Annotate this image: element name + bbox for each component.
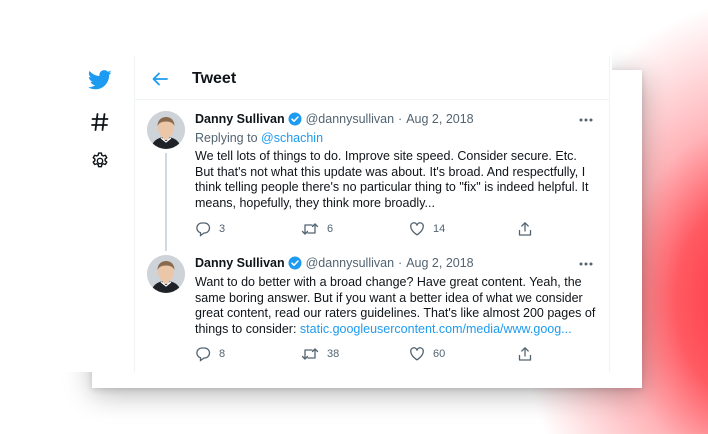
tweet-text: We tell lots of things to do. Improve si…	[195, 149, 589, 210]
reply-button[interactable]: 3	[195, 221, 225, 237]
author-handle[interactable]: @dannysullivan	[306, 112, 394, 126]
back-arrow-icon[interactable]	[149, 68, 171, 90]
like-count: 14	[433, 223, 446, 235]
tweet-meta: Danny Sullivan @dannysullivan · Aug 2, 2…	[195, 112, 474, 126]
retweet-button[interactable]: 38	[301, 346, 339, 362]
tweet-date[interactable]: Aug 2, 2018	[406, 256, 473, 270]
meta-separator: ·	[398, 112, 403, 126]
tweet-main[interactable]: Danny Sullivan @dannysullivan · Aug 2, 2…	[135, 244, 609, 372]
gear-icon[interactable]	[88, 149, 112, 173]
tweet-text: Want to do better with a broad change? H…	[195, 275, 599, 337]
like-button[interactable]: 14	[409, 221, 445, 237]
hashtag-icon[interactable]	[88, 110, 112, 134]
page-title: Tweet	[192, 70, 237, 87]
avatar[interactable]	[147, 255, 185, 293]
tweet-actions: 8 38 60	[195, 346, 535, 364]
reply-button[interactable]: 8	[195, 346, 225, 362]
like-count: 60	[433, 348, 446, 360]
tweet-link[interactable]: static.googleusercontent.com/media/www.g…	[300, 322, 572, 336]
more-options-icon[interactable]	[577, 257, 595, 271]
column-right-border	[609, 56, 610, 372]
retweet-count: 38	[327, 348, 340, 360]
author-name[interactable]: Danny Sullivan	[195, 256, 285, 270]
author-handle[interactable]: @dannysullivan	[306, 256, 394, 270]
tweet-actions: 3 6 14	[195, 221, 535, 239]
replying-to: Replying to @schachin	[195, 131, 323, 145]
reply-count: 8	[219, 348, 226, 360]
reply-count: 3	[219, 223, 226, 235]
verified-badge-icon	[288, 112, 302, 126]
retweet-count: 6	[327, 223, 334, 235]
tweet-header: Tweet	[135, 60, 609, 100]
twitter-logo-icon[interactable]	[88, 68, 112, 92]
avatar[interactable]	[147, 111, 185, 149]
verified-badge-icon	[288, 256, 302, 270]
retweet-button[interactable]: 6	[301, 221, 333, 237]
replying-to-link[interactable]: @schachin	[261, 131, 323, 145]
share-button[interactable]	[517, 221, 533, 237]
replying-prefix: Replying to	[195, 131, 262, 145]
more-options-icon[interactable]	[577, 113, 595, 127]
tweet-reply[interactable]: Danny Sullivan @dannysullivan · Aug 2, 2…	[135, 100, 609, 248]
meta-separator: ·	[398, 256, 403, 270]
author-name[interactable]: Danny Sullivan	[195, 112, 285, 126]
tweet-date[interactable]: Aug 2, 2018	[406, 112, 473, 126]
like-button[interactable]: 60	[409, 346, 445, 362]
tweet-meta: Danny Sullivan @dannysullivan · Aug 2, 2…	[195, 256, 474, 270]
share-button[interactable]	[517, 346, 533, 362]
